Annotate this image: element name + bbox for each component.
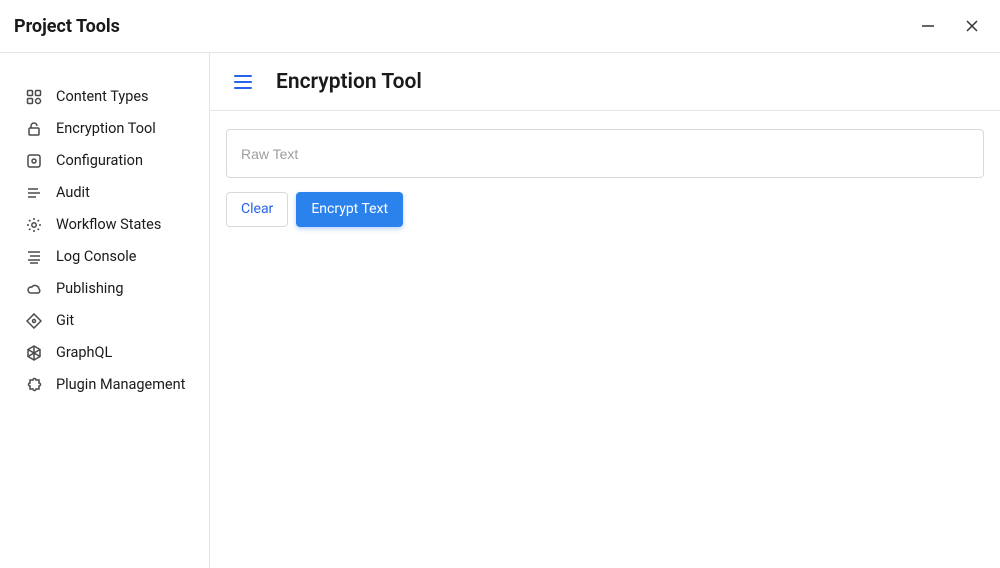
main-body: Clear Encrypt Text bbox=[210, 111, 1000, 245]
list-icon bbox=[26, 185, 42, 201]
sidebar-item-git[interactable]: Git bbox=[0, 305, 209, 337]
sidebar-item-plugin-management[interactable]: Plugin Management bbox=[0, 369, 209, 401]
sidebar-item-label: Configuration bbox=[56, 151, 143, 171]
close-icon[interactable] bbox=[964, 18, 980, 34]
crosshair-icon bbox=[26, 153, 42, 169]
sidebar-item-log-console[interactable]: Log Console bbox=[0, 241, 209, 273]
titlebar: Project Tools bbox=[0, 0, 1000, 52]
gear-icon bbox=[26, 217, 42, 233]
app-title: Project Tools bbox=[14, 16, 120, 37]
hex-icon bbox=[26, 345, 42, 361]
sidebar-item-label: Log Console bbox=[56, 247, 137, 267]
sidebar-item-label: Workflow States bbox=[56, 215, 161, 235]
window-controls bbox=[920, 18, 980, 34]
sidebar: Content Types Encryption Tool Configurat… bbox=[0, 53, 210, 568]
encrypt-button[interactable]: Encrypt Text bbox=[296, 192, 403, 227]
sidebar-item-encryption-tool[interactable]: Encryption Tool bbox=[0, 113, 209, 145]
menu-icon[interactable] bbox=[234, 75, 252, 89]
sidebar-item-graphql[interactable]: GraphQL bbox=[0, 337, 209, 369]
sidebar-item-label: Encryption Tool bbox=[56, 119, 156, 139]
sidebar-item-audit[interactable]: Audit bbox=[0, 177, 209, 209]
lock-icon bbox=[26, 121, 42, 137]
page-title: Encryption Tool bbox=[276, 70, 422, 94]
sidebar-item-label: Publishing bbox=[56, 279, 123, 299]
sidebar-item-content-types[interactable]: Content Types bbox=[0, 81, 209, 113]
grid-icon bbox=[26, 89, 42, 105]
cloud-icon bbox=[26, 281, 42, 297]
sidebar-item-publishing[interactable]: Publishing bbox=[0, 273, 209, 305]
raw-text-field-wrap bbox=[226, 129, 984, 178]
sidebar-item-configuration[interactable]: Configuration bbox=[0, 145, 209, 177]
lines-icon bbox=[26, 249, 42, 265]
sidebar-item-workflow-states[interactable]: Workflow States bbox=[0, 209, 209, 241]
sidebar-item-label: Git bbox=[56, 311, 74, 331]
sidebar-item-label: Content Types bbox=[56, 87, 149, 107]
clear-button[interactable]: Clear bbox=[226, 192, 288, 227]
diamond-icon bbox=[26, 313, 42, 329]
raw-text-input[interactable] bbox=[241, 146, 969, 162]
sidebar-item-label: Audit bbox=[56, 183, 90, 203]
main: Encryption Tool Clear Encrypt Text bbox=[210, 53, 1000, 568]
minimize-icon[interactable] bbox=[920, 18, 936, 34]
actions: Clear Encrypt Text bbox=[226, 192, 984, 227]
main-header: Encryption Tool bbox=[210, 53, 1000, 111]
puzzle-icon bbox=[26, 377, 42, 393]
layout: Content Types Encryption Tool Configurat… bbox=[0, 52, 1000, 568]
sidebar-item-label: Plugin Management bbox=[56, 375, 185, 395]
sidebar-item-label: GraphQL bbox=[56, 343, 112, 363]
